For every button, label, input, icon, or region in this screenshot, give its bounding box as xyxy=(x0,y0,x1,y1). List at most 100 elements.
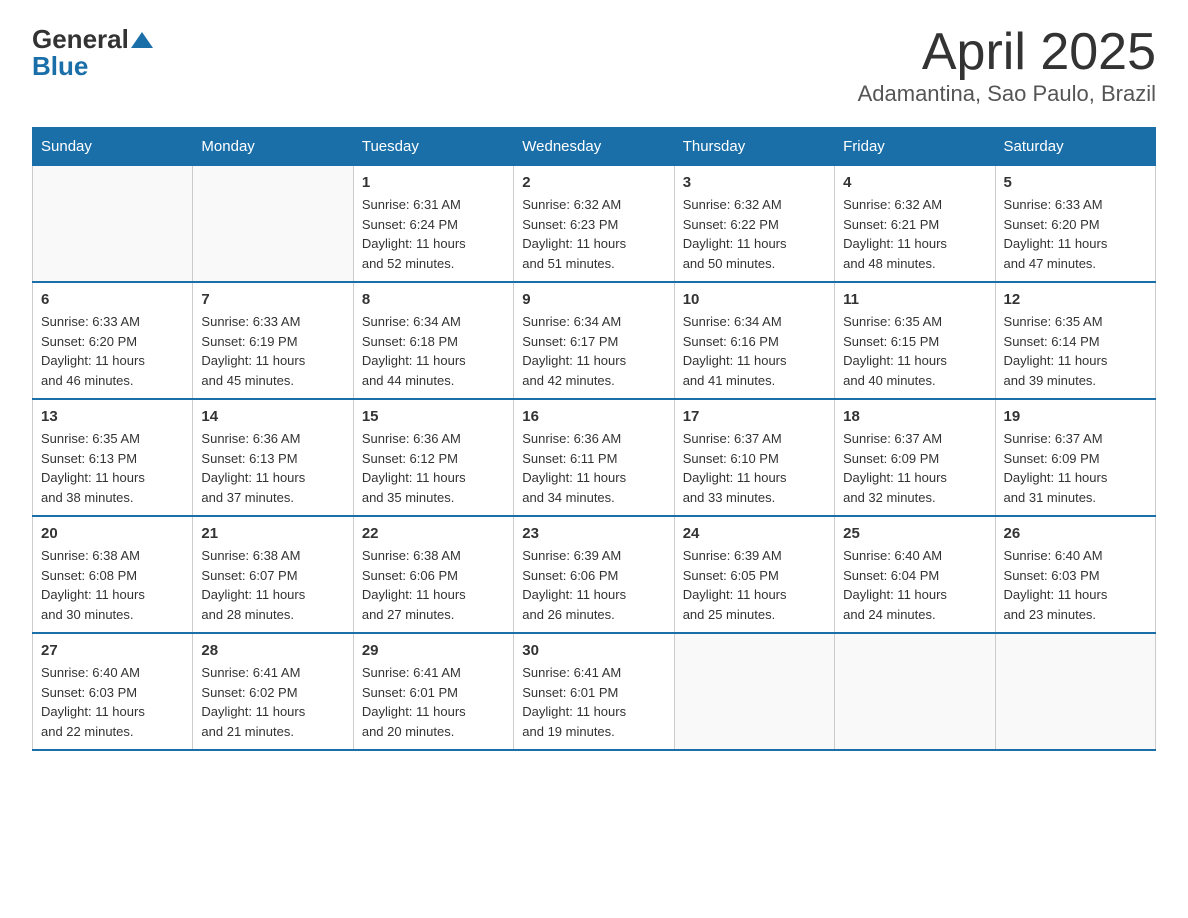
day-info: Sunrise: 6:35 AM Sunset: 6:15 PM Dayligh… xyxy=(843,312,986,390)
calendar-header: SundayMondayTuesdayWednesdayThursdayFrid… xyxy=(33,128,1156,166)
day-info: Sunrise: 6:32 AM Sunset: 6:22 PM Dayligh… xyxy=(683,195,826,273)
calendar-cell xyxy=(835,633,995,750)
calendar-body: 1 Sunrise: 6:31 AM Sunset: 6:24 PM Daylig… xyxy=(33,166,1156,751)
calendar-cell: 17 Sunrise: 6:37 AM Sunset: 6:10 PM Dayli… xyxy=(674,399,834,516)
day-info: Sunrise: 6:35 AM Sunset: 6:13 PM Dayligh… xyxy=(41,429,184,507)
header-cell-sunday: Sunday xyxy=(33,128,193,166)
calendar-week-row: 20 Sunrise: 6:38 AM Sunset: 6:08 PM Dayli… xyxy=(33,516,1156,633)
calendar-cell: 24Sunrise: 6:39 AM Sunset: 6:05 PM Dayli… xyxy=(674,516,834,633)
header-cell-friday: Friday xyxy=(835,128,995,166)
day-info: Sunrise: 6:37 AM Sunset: 6:09 PM Dayligh… xyxy=(843,429,986,507)
day-number: 9 xyxy=(522,291,665,308)
day-number: 19 xyxy=(1004,408,1147,425)
calendar-cell: 19Sunrise: 6:37 AM Sunset: 6:09 PM Dayli… xyxy=(995,399,1155,516)
calendar-cell xyxy=(193,166,353,283)
day-number: 20 xyxy=(41,525,184,542)
calendar-cell: 23 Sunrise: 6:39 AM Sunset: 6:06 PM Dayli… xyxy=(514,516,674,633)
calendar-cell: 28 Sunrise: 6:41 AM Sunset: 6:02 PM Dayli… xyxy=(193,633,353,750)
calendar-week-row: 1 Sunrise: 6:31 AM Sunset: 6:24 PM Daylig… xyxy=(33,166,1156,283)
calendar-cell: 16 Sunrise: 6:36 AM Sunset: 6:11 PM Dayli… xyxy=(514,399,674,516)
day-number: 24 xyxy=(683,525,826,542)
day-number: 16 xyxy=(522,408,665,425)
day-number: 10 xyxy=(683,291,826,308)
day-number: 28 xyxy=(201,642,344,659)
calendar-table: SundayMondayTuesdayWednesdayThursdayFrid… xyxy=(32,127,1156,751)
day-number: 2 xyxy=(522,174,665,191)
day-info: Sunrise: 6:40 AM Sunset: 6:04 PM Dayligh… xyxy=(843,546,986,624)
calendar-cell: 12Sunrise: 6:35 AM Sunset: 6:14 PM Dayli… xyxy=(995,282,1155,399)
calendar-cell: 21Sunrise: 6:38 AM Sunset: 6:07 PM Dayli… xyxy=(193,516,353,633)
calendar-cell: 2Sunrise: 6:32 AM Sunset: 6:23 PM Daylig… xyxy=(514,166,674,283)
calendar-cell: 20 Sunrise: 6:38 AM Sunset: 6:08 PM Dayli… xyxy=(33,516,193,633)
day-number: 13 xyxy=(41,408,184,425)
logo-wrapper: General Blue xyxy=(32,24,153,82)
day-number: 15 xyxy=(362,408,505,425)
calendar-cell: 10Sunrise: 6:34 AM Sunset: 6:16 PM Dayli… xyxy=(674,282,834,399)
calendar-cell: 29 Sunrise: 6:41 AM Sunset: 6:01 PM Dayli… xyxy=(353,633,513,750)
day-info: Sunrise: 6:38 AM Sunset: 6:08 PM Dayligh… xyxy=(41,546,184,624)
page-subtitle: Adamantina, Sao Paulo, Brazil xyxy=(858,81,1156,107)
header-row: SundayMondayTuesdayWednesdayThursdayFrid… xyxy=(33,128,1156,166)
logo-triangle-icon xyxy=(131,30,153,50)
calendar-cell: 4 Sunrise: 6:32 AM Sunset: 6:21 PM Daylig… xyxy=(835,166,995,283)
calendar-cell: 30 Sunrise: 6:41 AM Sunset: 6:01 PM Dayli… xyxy=(514,633,674,750)
day-number: 26 xyxy=(1004,525,1147,542)
calendar-cell: 8 Sunrise: 6:34 AM Sunset: 6:18 PM Daylig… xyxy=(353,282,513,399)
calendar-cell: 26 Sunrise: 6:40 AM Sunset: 6:03 PM Dayli… xyxy=(995,516,1155,633)
logo: General Blue xyxy=(32,24,153,82)
day-info: Sunrise: 6:40 AM Sunset: 6:03 PM Dayligh… xyxy=(1004,546,1147,624)
calendar-cell: 22 Sunrise: 6:38 AM Sunset: 6:06 PM Dayli… xyxy=(353,516,513,633)
day-info: Sunrise: 6:38 AM Sunset: 6:07 PM Dayligh… xyxy=(201,546,344,624)
day-info: Sunrise: 6:33 AM Sunset: 6:19 PM Dayligh… xyxy=(201,312,344,390)
day-number: 25 xyxy=(843,525,986,542)
calendar-cell: 5 Sunrise: 6:33 AM Sunset: 6:20 PM Daylig… xyxy=(995,166,1155,283)
day-number: 3 xyxy=(683,174,826,191)
day-number: 17 xyxy=(683,408,826,425)
calendar-cell xyxy=(995,633,1155,750)
header-cell-thursday: Thursday xyxy=(674,128,834,166)
day-info: Sunrise: 6:39 AM Sunset: 6:06 PM Dayligh… xyxy=(522,546,665,624)
day-number: 4 xyxy=(843,174,986,191)
day-info: Sunrise: 6:41 AM Sunset: 6:01 PM Dayligh… xyxy=(522,663,665,741)
day-info: Sunrise: 6:34 AM Sunset: 6:18 PM Dayligh… xyxy=(362,312,505,390)
calendar-cell: 27Sunrise: 6:40 AM Sunset: 6:03 PM Dayli… xyxy=(33,633,193,750)
calendar-cell: 11 Sunrise: 6:35 AM Sunset: 6:15 PM Dayli… xyxy=(835,282,995,399)
day-info: Sunrise: 6:41 AM Sunset: 6:01 PM Dayligh… xyxy=(362,663,505,741)
day-number: 5 xyxy=(1004,174,1147,191)
day-info: Sunrise: 6:35 AM Sunset: 6:14 PM Dayligh… xyxy=(1004,312,1147,390)
header-cell-tuesday: Tuesday xyxy=(353,128,513,166)
logo-text-blue: Blue xyxy=(32,51,88,82)
calendar-cell: 15Sunrise: 6:36 AM Sunset: 6:12 PM Dayli… xyxy=(353,399,513,516)
day-number: 18 xyxy=(843,408,986,425)
calendar-cell: 14Sunrise: 6:36 AM Sunset: 6:13 PM Dayli… xyxy=(193,399,353,516)
page-header: General Blue April 2025 Adamantina, Sao … xyxy=(32,24,1156,107)
calendar-cell: 25 Sunrise: 6:40 AM Sunset: 6:04 PM Dayli… xyxy=(835,516,995,633)
day-info: Sunrise: 6:31 AM Sunset: 6:24 PM Dayligh… xyxy=(362,195,505,273)
day-info: Sunrise: 6:36 AM Sunset: 6:11 PM Dayligh… xyxy=(522,429,665,507)
day-number: 8 xyxy=(362,291,505,308)
day-info: Sunrise: 6:37 AM Sunset: 6:10 PM Dayligh… xyxy=(683,429,826,507)
day-info: Sunrise: 6:34 AM Sunset: 6:17 PM Dayligh… xyxy=(522,312,665,390)
day-info: Sunrise: 6:41 AM Sunset: 6:02 PM Dayligh… xyxy=(201,663,344,741)
day-number: 1 xyxy=(362,174,505,191)
day-number: 6 xyxy=(41,291,184,308)
day-number: 7 xyxy=(201,291,344,308)
day-info: Sunrise: 6:32 AM Sunset: 6:21 PM Dayligh… xyxy=(843,195,986,273)
page-title: April 2025 xyxy=(858,24,1156,81)
day-number: 29 xyxy=(362,642,505,659)
calendar-cell: 13 Sunrise: 6:35 AM Sunset: 6:13 PM Dayli… xyxy=(33,399,193,516)
day-info: Sunrise: 6:33 AM Sunset: 6:20 PM Dayligh… xyxy=(1004,195,1147,273)
calendar-cell xyxy=(33,166,193,283)
day-number: 22 xyxy=(362,525,505,542)
calendar-cell xyxy=(674,633,834,750)
day-number: 11 xyxy=(843,291,986,308)
day-number: 27 xyxy=(41,642,184,659)
calendar-week-row: 6 Sunrise: 6:33 AM Sunset: 6:20 PM Daylig… xyxy=(33,282,1156,399)
calendar-cell: 9 Sunrise: 6:34 AM Sunset: 6:17 PM Daylig… xyxy=(514,282,674,399)
day-number: 14 xyxy=(201,408,344,425)
day-number: 30 xyxy=(522,642,665,659)
header-cell-saturday: Saturday xyxy=(995,128,1155,166)
day-info: Sunrise: 6:38 AM Sunset: 6:06 PM Dayligh… xyxy=(362,546,505,624)
day-info: Sunrise: 6:33 AM Sunset: 6:20 PM Dayligh… xyxy=(41,312,184,390)
day-number: 23 xyxy=(522,525,665,542)
